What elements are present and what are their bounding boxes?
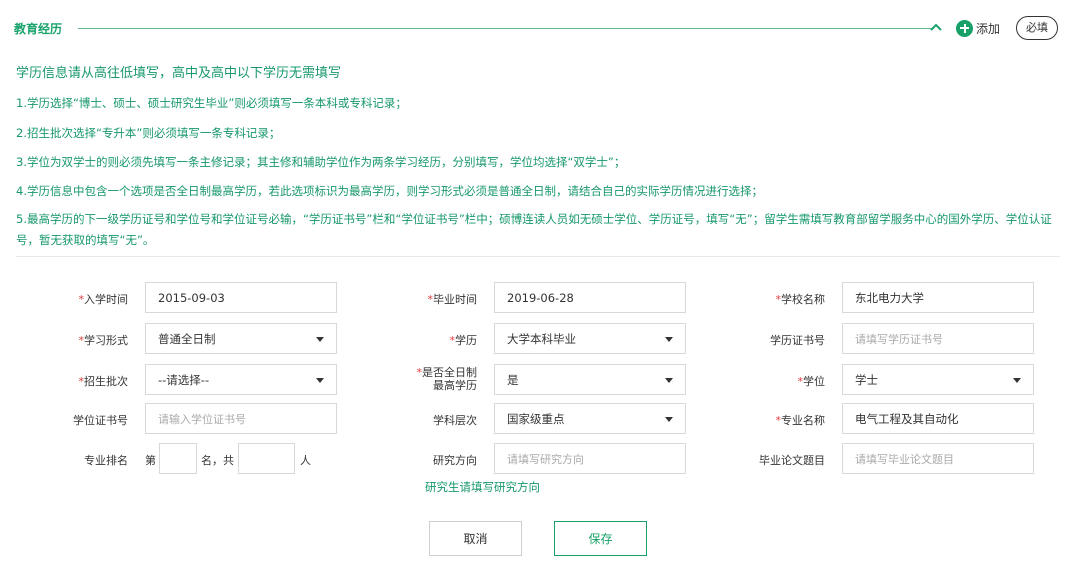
rank-label: 专业排名 bbox=[84, 454, 128, 467]
rank-middle: 名，共 bbox=[201, 454, 234, 467]
education-select[interactable]: 大学本科毕业 bbox=[494, 323, 686, 354]
degree-cert-no-label: 学位证书号 bbox=[73, 414, 128, 427]
enroll-date-label: *入学时间 bbox=[78, 293, 129, 306]
notice-item: 1.学历选择“博士、硕士、硕士研究生毕业”则必须填写一条本科或专科记录； bbox=[16, 96, 407, 110]
highest-fulltime-label: *是否全日制 最高学历 bbox=[416, 366, 478, 392]
degree-cert-no-input[interactable]: 请输入学位证书号 bbox=[145, 403, 337, 434]
batch-select[interactable]: --请选择-- bbox=[145, 364, 337, 395]
cancel-button[interactable]: 取消 bbox=[429, 521, 522, 556]
add-label: 添加 bbox=[976, 21, 1001, 36]
education-label: *学历 bbox=[449, 334, 478, 347]
plus-circle-icon bbox=[956, 19, 973, 37]
add-button[interactable]: 添加 bbox=[956, 18, 1000, 38]
school-name-input[interactable]: 东北电力大学 bbox=[842, 282, 1034, 313]
discipline-level-select[interactable]: 国家级重点 bbox=[494, 403, 686, 434]
thesis-input[interactable]: 请填写毕业论文题目 bbox=[842, 443, 1034, 474]
grad-date-input[interactable]: 2019-06-28 bbox=[494, 282, 686, 313]
rank-prefix: 第 bbox=[145, 454, 156, 467]
highest-fulltime-select[interactable]: 是 bbox=[494, 364, 686, 395]
notice-item: 5.最高学历的下一级学历证号和学位号和学位证号必输，“学历证书号”栏和“学位证书… bbox=[16, 212, 1052, 247]
notice-item: 4.学历信息中包含一个选项是否全日制最高学历，若此选项标识为最高学历，则学习形式… bbox=[16, 184, 763, 198]
rank-total-input[interactable] bbox=[238, 443, 295, 474]
study-mode-label: *学习形式 bbox=[78, 334, 129, 347]
degree-label: *学位 bbox=[797, 375, 826, 388]
notice-title: 学历信息请从高往低填写，高中及高中以下学历无需填写 bbox=[16, 66, 342, 81]
major-input[interactable]: 电气工程及其自动化 bbox=[842, 403, 1034, 434]
major-label: *专业名称 bbox=[775, 414, 826, 427]
section-title: 教育经历 bbox=[14, 22, 63, 36]
chevron-up-icon[interactable] bbox=[928, 19, 944, 35]
rank-position-input[interactable] bbox=[159, 443, 197, 474]
diploma-no-label: 学历证书号 bbox=[770, 334, 825, 347]
research-hint-link[interactable]: 研究生请填写研究方向 bbox=[425, 479, 540, 495]
grad-date-label: *毕业时间 bbox=[427, 293, 478, 306]
study-mode-select[interactable]: 普通全日制 bbox=[145, 323, 337, 354]
enroll-date-input[interactable]: 2015-09-03 bbox=[145, 282, 337, 313]
section-divider-line bbox=[78, 28, 934, 29]
discipline-level-label: 学科层次 bbox=[433, 414, 477, 427]
research-label: 研究方向 bbox=[433, 454, 477, 467]
education-section-header: 教育经历 添加 必填 bbox=[14, 14, 1058, 42]
required-badge: 必填 bbox=[1016, 16, 1058, 40]
diploma-no-input[interactable]: 请填写学历证书号 bbox=[842, 323, 1034, 354]
school-name-label: *学校名称 bbox=[775, 293, 826, 306]
rank-suffix: 人 bbox=[300, 454, 311, 467]
batch-label: *招生批次 bbox=[78, 375, 129, 388]
save-button[interactable]: 保存 bbox=[554, 521, 647, 556]
thesis-label: 毕业论文题目 bbox=[759, 454, 825, 467]
research-input[interactable]: 请填写研究方向 bbox=[494, 443, 686, 474]
form-divider bbox=[16, 256, 1060, 257]
degree-select[interactable]: 学士 bbox=[842, 364, 1034, 395]
notice-item: 2.招生批次选择“专升本”则必须填写一条专科记录； bbox=[16, 126, 281, 140]
notice-item: 3.学位为双学士的则必须先填写一条主修记录；其主修和辅助学位作为两条学习经历，分… bbox=[16, 155, 626, 169]
